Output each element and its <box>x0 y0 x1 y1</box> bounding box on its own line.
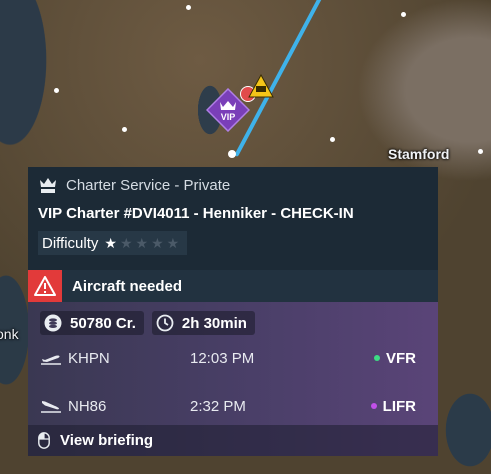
takeoff-icon <box>41 355 61 365</box>
arrival-weather: LIFR <box>370 397 416 415</box>
landing-icon <box>41 401 61 413</box>
star-empty-icon: ★ <box>119 235 133 251</box>
service-type-label: Charter Service - Private <box>66 176 231 194</box>
arrival-time: 2:32 PM <box>190 397 246 415</box>
arrival-condition: LIFR <box>382 397 416 415</box>
departure-weather: VFR <box>374 350 416 367</box>
reward-chip: 50780 Cr. <box>40 311 144 335</box>
map-waypoint <box>330 137 335 142</box>
mission-title: VIP Charter #DVI4011 - Henniker - CHECK-… <box>38 205 354 222</box>
warning-triangle-icon <box>248 74 274 98</box>
duration-chip: 2h 30min <box>151 311 255 335</box>
map-edge-label: onk <box>0 326 19 342</box>
star-empty-icon: ★ <box>166 235 180 251</box>
map-waypoint <box>401 12 406 17</box>
difficulty-stars: ★ ★ ★ ★ ★ <box>104 236 179 250</box>
alert-text: Aircraft needed <box>72 277 183 295</box>
map-city-label: Stamford <box>388 146 450 162</box>
weather-status-dot <box>374 355 380 361</box>
alert-box <box>28 270 62 302</box>
departure-condition: VFR <box>386 349 416 367</box>
departure-leg: KHPN 12:03 PM VFR <box>40 346 430 370</box>
weather-status-dot <box>370 403 377 409</box>
difficulty-rating: Difficulty ★ ★ ★ ★ ★ <box>38 231 188 255</box>
map-waypoint <box>122 127 127 132</box>
difficulty-label: Difficulty <box>42 234 99 252</box>
aircraft-needed-alert: Aircraft needed <box>28 270 438 302</box>
departure-airport: KHPN <box>68 349 110 367</box>
view-briefing-button[interactable]: View briefing <box>28 425 438 456</box>
map-waypoint <box>478 149 483 154</box>
clock-icon <box>156 314 174 332</box>
arrival-airport: NH86 <box>68 397 107 415</box>
warning-icon <box>34 276 56 296</box>
view-briefing-label: View briefing <box>60 432 154 449</box>
star-filled-icon: ★ <box>104 235 117 251</box>
duration-value: 2h 30min <box>181 314 247 332</box>
coins-icon <box>44 314 62 332</box>
star-empty-icon: ★ <box>151 235 164 251</box>
card-header: Charter Service - Private <box>28 167 438 203</box>
map-waypoint <box>54 88 59 93</box>
arrival-leg: NH86 2:32 PM LIFR <box>40 394 430 418</box>
star-empty-icon: ★ <box>135 235 149 251</box>
mission-details: 50780 Cr. 2h 30min KHPN 12:03 PM VFR NH8… <box>28 302 438 456</box>
reward-value: 50780 Cr. <box>70 314 136 332</box>
vip-marker-text: VIP <box>221 112 236 122</box>
departure-time: 12:03 PM <box>190 349 255 367</box>
map-waypoint <box>186 5 191 10</box>
route-origin-dot <box>228 150 236 158</box>
mouse-click-icon <box>38 432 50 449</box>
vip-crown-icon <box>40 178 56 193</box>
mission-card[interactable]: Charter Service - Private VIP Charter #D… <box>28 167 438 456</box>
